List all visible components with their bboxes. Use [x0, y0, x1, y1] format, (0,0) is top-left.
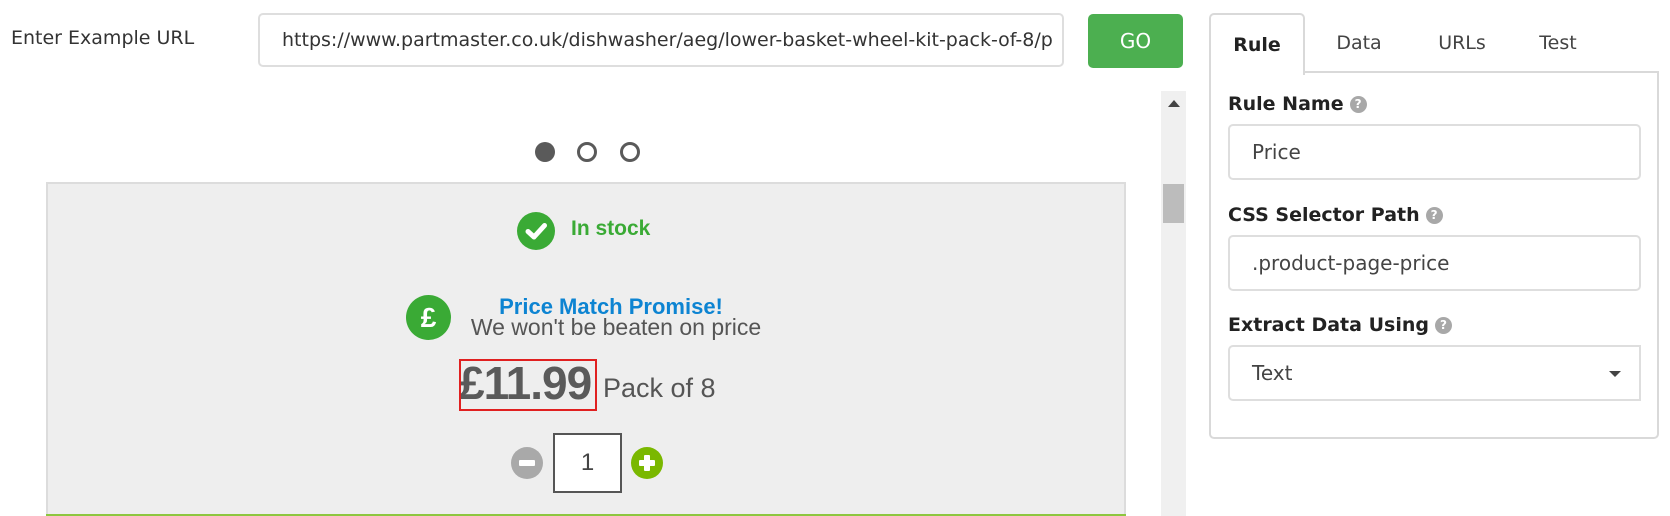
- quantity-input[interactable]: 1: [553, 433, 622, 493]
- rule-panel: Rule Name? Price CSS Selector Path? .pro…: [1209, 71, 1659, 439]
- rule-name-label-text: Rule Name: [1228, 93, 1344, 115]
- scrollbar-thumb[interactable]: [1163, 184, 1184, 223]
- chevron-down-icon: [1609, 371, 1621, 377]
- scroll-up-arrow-icon[interactable]: [1168, 100, 1180, 107]
- preview-scrollbar[interactable]: [1161, 91, 1186, 516]
- price-match-subtitle: We won't be beaten on price: [470, 314, 762, 340]
- rule-name-label: Rule Name?: [1228, 93, 1367, 115]
- pound-circle-icon: £: [406, 295, 451, 340]
- help-icon[interactable]: ?: [1434, 317, 1452, 334]
- carousel-dot-1[interactable]: [535, 142, 555, 162]
- check-circle-icon: [517, 212, 555, 250]
- checkmark-glyph: [525, 223, 547, 240]
- stock-status: In stock: [571, 217, 651, 240]
- extract-data-selected-value: Text: [1252, 361, 1293, 385]
- help-icon[interactable]: ?: [1349, 96, 1367, 113]
- tab-test[interactable]: Test: [1518, 13, 1598, 73]
- tab-data[interactable]: Data: [1316, 13, 1402, 73]
- tab-rule[interactable]: Rule: [1209, 13, 1305, 75]
- carousel-dot-3[interactable]: [620, 142, 640, 162]
- extract-data-label: Extract Data Using?: [1228, 314, 1452, 336]
- extract-data-label-text: Extract Data Using: [1228, 314, 1429, 336]
- css-selector-input[interactable]: .product-page-price: [1228, 235, 1641, 291]
- go-button[interactable]: GO: [1088, 14, 1183, 68]
- pack-size-text: Pack of 8: [603, 373, 716, 403]
- url-label: Enter Example URL: [11, 27, 195, 49]
- tab-urls[interactable]: URLs: [1417, 13, 1507, 73]
- help-icon[interactable]: ?: [1425, 207, 1443, 224]
- extract-data-select[interactable]: Text: [1228, 345, 1641, 401]
- css-selector-label: CSS Selector Path?: [1228, 204, 1443, 226]
- css-selector-label-text: CSS Selector Path: [1228, 204, 1420, 226]
- carousel-dot-2[interactable]: [577, 142, 597, 162]
- rule-name-input[interactable]: Price: [1228, 124, 1641, 180]
- quantity-increase-icon[interactable]: [631, 447, 663, 479]
- quantity-decrease-icon[interactable]: [511, 447, 543, 479]
- example-url-input[interactable]: https://www.partmaster.co.uk/dishwasher/…: [258, 13, 1064, 67]
- selector-highlight-box: [459, 359, 597, 411]
